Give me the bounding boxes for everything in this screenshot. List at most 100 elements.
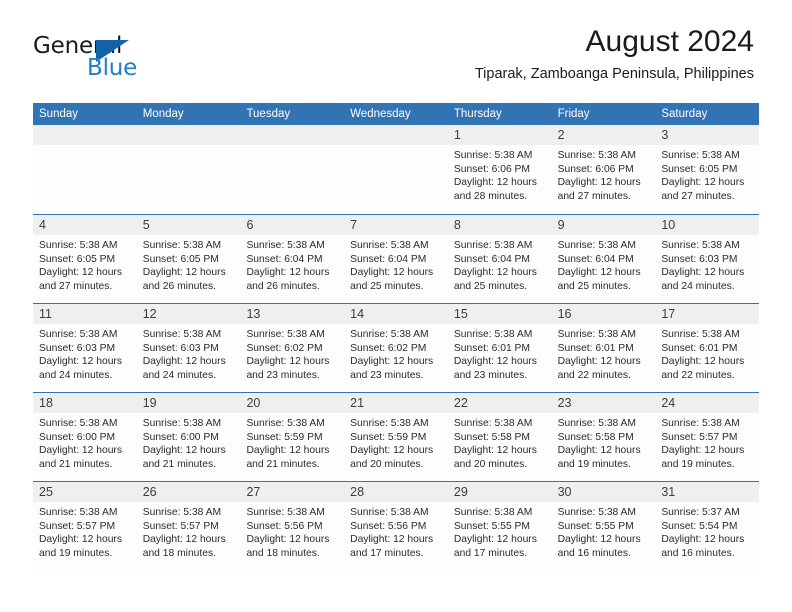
day-detail-line: and 24 minutes.	[39, 369, 113, 381]
day-cell-29[interactable]: 29 Sunrise: 5:38 AM Sunset: 5:55 PM Dayligh…	[447, 482, 552, 570]
day-cell-8[interactable]: 8 Sunrise: 5:38 AM Sunset: 6:04 PM Daylight…	[447, 215, 552, 303]
day-detail-line: Sunset: 6:00 PM	[39, 431, 116, 443]
day-detail-line: and 16 minutes.	[557, 547, 631, 559]
day-details: Sunrise: 5:38 AM Sunset: 5:58 PM Daylight:…	[448, 413, 552, 471]
day-details: Sunrise: 5:38 AM Sunset: 6:05 PM Daylight:…	[137, 235, 241, 293]
day-detail-line: and 27 minutes.	[557, 190, 631, 202]
logo-text-blue: Blue	[87, 55, 138, 81]
weekday-header-saturday: Saturday	[661, 108, 708, 120]
day-detail-line: Sunset: 6:04 PM	[246, 253, 323, 265]
day-details: Sunrise: 5:38 AM Sunset: 5:57 PM Daylight:…	[655, 413, 759, 471]
day-detail-line: Daylight: 12 hours	[246, 534, 330, 546]
day-details: Sunrise: 5:38 AM Sunset: 6:01 PM Daylight:…	[552, 324, 656, 382]
day-detail-line: Sunrise: 5:38 AM	[661, 240, 740, 251]
weekday-header-thursday: Thursday	[453, 108, 502, 120]
calendar-grid: Sunday Monday Tuesday Wednesday Thursday Frid…	[33, 103, 760, 570]
day-cell-4[interactable]: 4 Sunrise: 5:38 AM Sunset: 6:05 PM Daylight…	[33, 215, 137, 303]
day-detail-line: Sunrise: 5:38 AM	[557, 329, 637, 340]
general-blue-logo[interactable]: General Blue	[33, 33, 213, 81]
day-detail-line: Daylight: 12 hours	[39, 534, 122, 546]
day-detail-line: Daylight: 12 hours	[661, 267, 745, 279]
day-details: Sunrise: 5:37 AM Sunset: 5:54 PM Daylight:…	[655, 502, 759, 560]
day-details: Sunrise: 5:38 AM Sunset: 6:02 PM Daylight:…	[344, 324, 448, 382]
calendar-weeks: 1 Sunrise: 5:38 AM Sunset: 6:06 PM Daylight…	[33, 125, 760, 570]
day-details	[33, 145, 137, 149]
day-cell-9[interactable]: 9 Sunrise: 5:38 AM Sunset: 6:04 PM Daylight…	[551, 215, 656, 303]
day-detail-line: and 21 minutes.	[142, 458, 216, 470]
day-detail-line: and 25 minutes.	[557, 280, 631, 292]
day-cell-23[interactable]: 23 Sunrise: 5:38 AM Sunset: 5:58 PM Dayligh…	[551, 393, 656, 481]
day-number: 30	[557, 485, 572, 499]
day-cell-1[interactable]: 1 Sunrise: 5:38 AM Sunset: 6:06 PM Daylight…	[447, 125, 552, 214]
day-cell-13[interactable]: 13 Sunrise: 5:38 AM Sunset: 6:02 PM Dayligh…	[240, 304, 345, 392]
day-number-band: 22	[447, 393, 552, 413]
day-cell-empty	[344, 125, 448, 214]
day-details	[240, 145, 344, 149]
calendar-week-row: 11 Sunrise: 5:38 AM Sunset: 6:03 PM Dayligh…	[33, 303, 760, 392]
day-number: 8	[453, 218, 461, 232]
day-detail-line: Sunset: 6:02 PM	[246, 342, 323, 354]
day-detail-line: Sunset: 6:03 PM	[39, 342, 116, 354]
day-cell-empty	[33, 125, 137, 214]
day-cell-12[interactable]: 12 Sunrise: 5:38 AM Sunset: 6:03 PM Dayligh…	[136, 304, 241, 392]
day-cell-30[interactable]: 30 Sunrise: 5:38 AM Sunset: 5:55 PM Dayligh…	[551, 482, 656, 570]
day-cell-5[interactable]: 5 Sunrise: 5:38 AM Sunset: 6:05 PM Daylight…	[136, 215, 241, 303]
day-cell-31[interactable]: 31 Sunrise: 5:37 AM Sunset: 5:54 PM Dayligh…	[655, 482, 760, 570]
day-number: 20	[246, 396, 261, 410]
day-cell-28[interactable]: 28 Sunrise: 5:38 AM Sunset: 5:56 PM Dayligh…	[344, 482, 448, 570]
day-detail-line: Sunrise: 5:38 AM	[246, 418, 325, 429]
day-detail-line: Sunrise: 5:38 AM	[350, 418, 429, 429]
day-number: 10	[661, 218, 676, 232]
day-detail-line: and 27 minutes.	[39, 280, 113, 292]
day-cell-25[interactable]: 25 Sunrise: 5:38 AM Sunset: 5:57 PM Dayligh…	[33, 482, 137, 570]
day-detail-line: and 19 minutes.	[557, 458, 631, 470]
title-block: August 2024 Tiparak, Zamboanga Peninsula…	[475, 26, 754, 82]
day-cell-27[interactable]: 27 Sunrise: 5:38 AM Sunset: 5:56 PM Dayligh…	[240, 482, 345, 570]
day-detail-line: Sunset: 6:01 PM	[557, 342, 634, 354]
day-detail-line: Sunrise: 5:38 AM	[142, 329, 222, 340]
day-detail-line: Sunrise: 5:38 AM	[39, 240, 118, 251]
day-detail-line: Daylight: 12 hours	[350, 534, 434, 546]
day-detail-line: Sunset: 5:57 PM	[39, 520, 116, 532]
day-detail-line: Sunrise: 5:38 AM	[142, 507, 222, 518]
day-number-band	[33, 125, 137, 145]
day-cell-18[interactable]: 18 Sunrise: 5:38 AM Sunset: 6:00 PM Dayligh…	[33, 393, 137, 481]
day-detail-line: and 21 minutes.	[246, 458, 320, 470]
day-detail-line: and 27 minutes.	[661, 190, 735, 202]
day-detail-line: Sunset: 6:06 PM	[453, 163, 531, 175]
day-cell-17[interactable]: 17 Sunrise: 5:38 AM Sunset: 6:01 PM Dayligh…	[655, 304, 760, 392]
day-cell-24[interactable]: 24 Sunrise: 5:38 AM Sunset: 5:57 PM Dayligh…	[655, 393, 760, 481]
day-number-band: 23	[551, 393, 656, 413]
day-details: Sunrise: 5:38 AM Sunset: 6:01 PM Daylight:…	[655, 324, 759, 382]
day-detail-line: Sunrise: 5:38 AM	[453, 240, 533, 251]
day-number-band	[136, 125, 241, 145]
weekday-header-friday: Friday	[557, 108, 590, 120]
day-cell-16[interactable]: 16 Sunrise: 5:38 AM Sunset: 6:01 PM Dayligh…	[551, 304, 656, 392]
day-cell-7[interactable]: 7 Sunrise: 5:38 AM Sunset: 6:04 PM Daylight…	[344, 215, 448, 303]
day-number: 25	[39, 485, 53, 499]
day-number-band: 1	[447, 125, 552, 145]
day-cell-14[interactable]: 14 Sunrise: 5:38 AM Sunset: 6:02 PM Dayligh…	[344, 304, 448, 392]
day-detail-line: Sunset: 5:58 PM	[557, 431, 634, 443]
page-subtitle: Tiparak, Zamboanga Peninsula, Philippine…	[474, 65, 754, 82]
day-cell-11[interactable]: 11 Sunrise: 5:38 AM Sunset: 6:03 PM Dayligh…	[33, 304, 137, 392]
day-detail-line: and 19 minutes.	[39, 547, 113, 559]
day-cell-15[interactable]: 15 Sunrise: 5:38 AM Sunset: 6:01 PM Dayligh…	[447, 304, 552, 392]
weekday-header-sunday: Sunday	[39, 108, 79, 120]
day-number-band: 2	[551, 125, 656, 145]
day-detail-line: Sunrise: 5:37 AM	[661, 507, 740, 518]
day-cell-2[interactable]: 2 Sunrise: 5:38 AM Sunset: 6:06 PM Daylight…	[551, 125, 656, 214]
day-cell-26[interactable]: 26 Sunrise: 5:38 AM Sunset: 5:57 PM Dayligh…	[136, 482, 241, 570]
day-number-band: 4	[33, 215, 137, 235]
day-cell-10[interactable]: 10 Sunrise: 5:38 AM Sunset: 6:03 PM Dayligh…	[655, 215, 760, 303]
day-cell-22[interactable]: 22 Sunrise: 5:38 AM Sunset: 5:58 PM Dayligh…	[447, 393, 552, 481]
day-cell-6[interactable]: 6 Sunrise: 5:38 AM Sunset: 6:04 PM Daylight…	[240, 215, 345, 303]
day-detail-line: Sunrise: 5:38 AM	[557, 150, 637, 161]
day-cell-3[interactable]: 3 Sunrise: 5:38 AM Sunset: 6:05 PM Daylight…	[655, 125, 760, 214]
day-cell-20[interactable]: 20 Sunrise: 5:38 AM Sunset: 5:59 PM Dayligh…	[240, 393, 345, 481]
day-cell-21[interactable]: 21 Sunrise: 5:38 AM Sunset: 5:59 PM Dayligh…	[344, 393, 448, 481]
day-detail-line: Sunrise: 5:38 AM	[39, 507, 118, 518]
day-cell-empty	[240, 125, 345, 214]
day-details: Sunrise: 5:38 AM Sunset: 6:05 PM Daylight:…	[33, 235, 137, 293]
day-cell-19[interactable]: 19 Sunrise: 5:38 AM Sunset: 6:00 PM Dayligh…	[136, 393, 241, 481]
